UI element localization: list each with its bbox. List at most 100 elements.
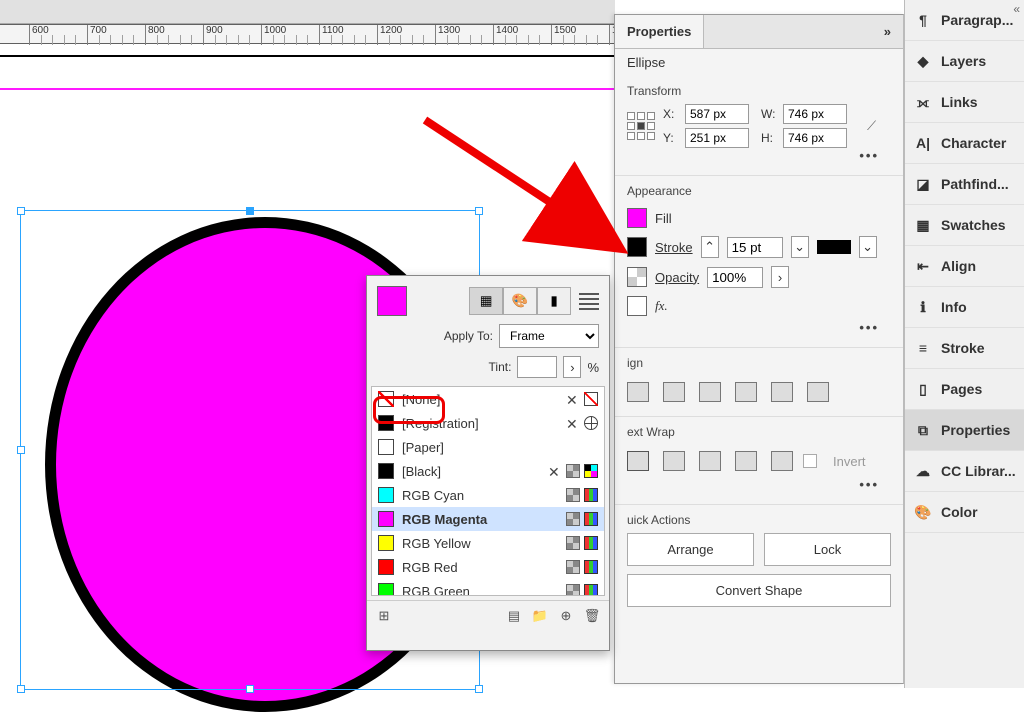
reference-point-grid[interactable] (627, 112, 655, 140)
handle-top-right[interactable] (475, 207, 483, 215)
panel-paragraph[interactable]: ¶Paragrap... (905, 0, 1024, 41)
opacity-dd[interactable]: › (771, 266, 789, 288)
swatch-options-icon[interactable]: ▤ (505, 607, 523, 625)
swatches-list[interactable]: [None]✕[Registration]✕[Paper][Black]✕RGB… (371, 386, 605, 596)
panel-align[interactable]: ⇤Align (905, 246, 1024, 287)
swatch-item[interactable]: RGB Cyan (372, 483, 604, 507)
stroke-style-dd[interactable]: ⌄ (859, 236, 877, 258)
stroke-weight-dd[interactable]: ⌄ (791, 236, 809, 258)
panel-swatches[interactable]: ▦Swatches (905, 205, 1024, 246)
swatch-item[interactable]: RGB Green (372, 579, 604, 596)
y-input[interactable] (685, 128, 749, 148)
arrange-button[interactable]: Arrange (627, 533, 754, 566)
handle-top-mid[interactable] (246, 207, 254, 215)
swatches-mode-button[interactable]: ▦ (469, 287, 503, 315)
wrap-jump-icon[interactable] (735, 451, 757, 471)
tint-input[interactable] (517, 356, 557, 378)
panel-pages[interactable]: ▯Pages (905, 369, 1024, 410)
swatch-name: RGB Red (402, 560, 458, 575)
panel-info[interactable]: ℹInfo (905, 287, 1024, 328)
invert-checkbox[interactable] (803, 454, 817, 468)
swatch-name: RGB Green (402, 584, 470, 597)
swatch-grid-view-icon[interactable]: ⊞ (375, 607, 393, 625)
color-picker-mode-button[interactable]: 🎨 (503, 287, 537, 315)
handle-bot-mid[interactable] (246, 685, 254, 693)
fx-label[interactable]: fx. (655, 298, 668, 314)
ruler-tick: 700 (87, 25, 107, 45)
stroke-style-preview[interactable] (817, 240, 851, 254)
align-buttons-row (627, 376, 891, 408)
fill-swatch[interactable] (627, 208, 647, 228)
swatch-item[interactable]: RGB Magenta (372, 507, 604, 531)
handle-bot-left[interactable] (17, 685, 25, 693)
handle-mid-left[interactable] (17, 446, 25, 454)
horizontal-ruler[interactable]: 6007008009001000110012001300140015001600 (0, 24, 615, 44)
align-hcenter-icon[interactable] (663, 382, 685, 402)
new-folder-icon[interactable]: 📁 (531, 607, 549, 625)
handle-top-left[interactable] (17, 207, 25, 215)
ruler-tick: 800 (145, 25, 165, 45)
stroke-label[interactable]: Stroke (655, 240, 693, 255)
panel-color[interactable]: 🎨Color (905, 492, 1024, 533)
panel-links[interactable]: ⟗Links (905, 82, 1024, 123)
swatch-rgb-icon (584, 560, 598, 574)
properties-panel-tab[interactable]: Properties » (615, 15, 903, 49)
quick-actions-section: uick Actions Arrange Lock Convert Shape (615, 505, 903, 615)
swatch-item[interactable]: [Registration]✕ (372, 411, 604, 435)
wrap-shape-icon[interactable] (699, 451, 721, 471)
stroke-swatch[interactable] (627, 237, 647, 257)
panel-character[interactable]: A|Character (905, 123, 1024, 164)
textwrap-more-icon[interactable]: ••• (627, 477, 891, 496)
appearance-more-icon[interactable]: ••• (627, 320, 891, 339)
apply-to-select[interactable]: Frame (499, 324, 599, 348)
panel-stroke[interactable]: ≡Stroke (905, 328, 1024, 369)
convert-shape-button[interactable]: Convert Shape (627, 574, 891, 607)
h-input[interactable] (783, 128, 847, 148)
fill-label[interactable]: Fill (655, 211, 672, 226)
align-left-icon[interactable] (627, 382, 649, 402)
panel-cclib[interactable]: ☁CC Librar... (905, 451, 1024, 492)
align-bottom-icon[interactable] (807, 382, 829, 402)
panel-properties[interactable]: ⧉Properties (905, 410, 1024, 451)
swatch-meta (566, 536, 598, 550)
align-vcenter-icon[interactable] (771, 382, 793, 402)
swatch-item[interactable]: [Paper] (372, 435, 604, 459)
wrap-buttons-row (627, 445, 793, 477)
w-input[interactable] (783, 104, 847, 124)
lock-button[interactable]: Lock (764, 533, 891, 566)
properties-tab-label[interactable]: Properties (615, 15, 704, 48)
panel-collapse-icon[interactable]: » (872, 24, 903, 39)
opacity-label[interactable]: Opacity (655, 270, 699, 285)
swatch-item[interactable]: RGB Yellow (372, 531, 604, 555)
tint-slider-dd[interactable]: › (563, 356, 581, 378)
gradient-mode-button[interactable]: ▮ (537, 287, 571, 315)
wrap-none-icon[interactable] (627, 451, 649, 471)
handle-bot-right[interactable] (475, 685, 483, 693)
opacity-input[interactable] (707, 267, 763, 288)
panel-pathfinder[interactable]: ◪Pathfind... (905, 164, 1024, 205)
x-input[interactable] (685, 104, 749, 124)
current-fill-swatch[interactable] (377, 286, 407, 316)
stroke-weight-input[interactable] (727, 237, 783, 258)
ruler-tick: 1400 (493, 25, 518, 45)
transform-more-icon[interactable]: ••• (627, 148, 891, 167)
swatch-meta: ✕ (566, 416, 598, 430)
wrap-column-icon[interactable] (771, 451, 793, 471)
delete-swatch-icon[interactable]: 🗑 (583, 607, 601, 625)
panel-label: Align (941, 258, 976, 274)
swatch-item[interactable]: [None]✕ (372, 387, 604, 411)
wrap-bbox-icon[interactable] (663, 451, 685, 471)
constrain-proportions-icon[interactable]: ⟋ (867, 118, 876, 134)
align-right-icon[interactable] (699, 382, 721, 402)
stroke-weight-stepper[interactable]: ⌃ (701, 236, 719, 258)
strip-expand-icon[interactable]: « (1013, 2, 1020, 16)
panel-layers[interactable]: ◆Layers (905, 41, 1024, 82)
new-swatch-icon[interactable]: ⊕ (557, 607, 575, 625)
align-top-icon[interactable] (735, 382, 757, 402)
opacity-swatch-icon (627, 267, 647, 287)
swatch-item[interactable]: [Black]✕ (372, 459, 604, 483)
apply-to-label: Apply To: (444, 329, 493, 343)
swatch-menu-icon[interactable] (579, 289, 599, 314)
swatches-icon: ▦ (913, 215, 933, 235)
swatch-item[interactable]: RGB Red (372, 555, 604, 579)
